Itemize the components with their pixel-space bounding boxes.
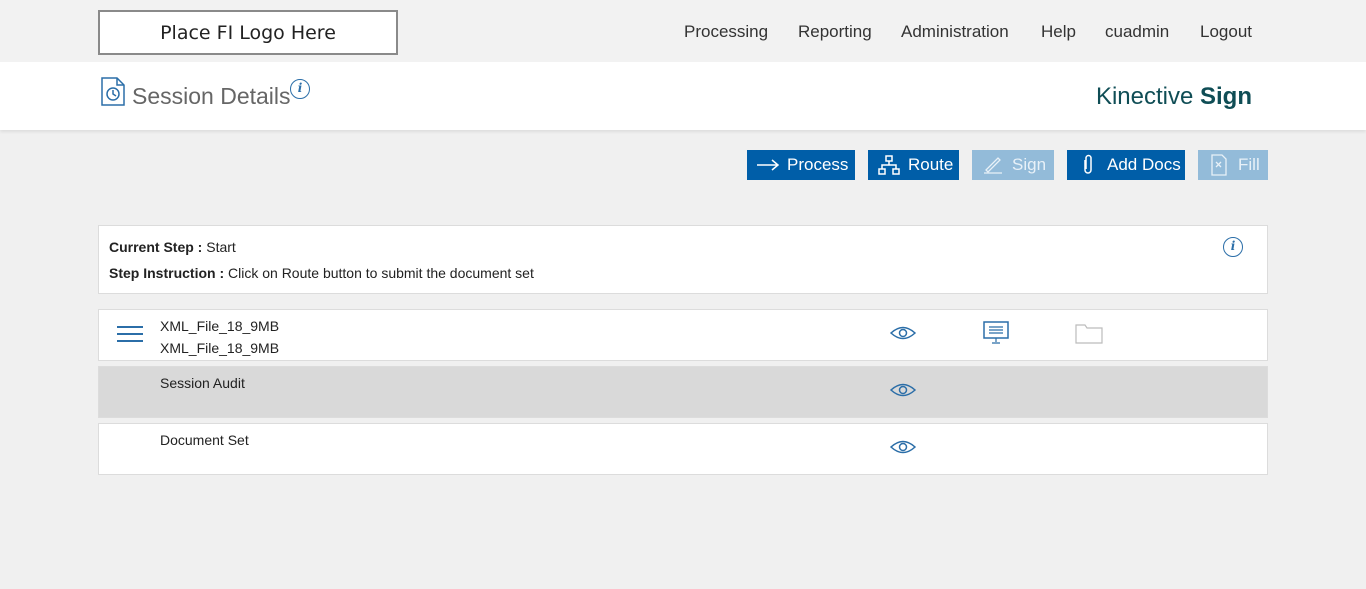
add-docs-button[interactable]: Add Docs [1067,150,1185,180]
menu-icon[interactable] [117,326,143,344]
sign-button[interactable]: Sign [972,150,1054,180]
route-button-label: Route [908,155,954,174]
pen-icon [978,156,1008,174]
view-eye-icon[interactable] [889,439,917,455]
folder-icon[interactable] [1075,322,1103,349]
brand-logo: Kinective Sign [1095,83,1252,110]
document-filename: XML_File_18_9MB [160,340,280,356]
page-header: Session Details i Kinective Sign [0,62,1366,130]
view-eye-icon[interactable] [889,325,917,341]
arrow-right-icon [753,159,783,171]
nav-logout[interactable]: Logout [1200,22,1252,42]
paperclip-icon [1073,154,1103,176]
process-button[interactable]: Process [747,150,855,180]
session-audit-row[interactable]: Session Audit [98,366,1268,418]
page-title: Session Details [132,83,291,109]
fill-button-label: Fill [1238,155,1260,174]
step-info-panel: Current Step : Start Step Instruction : … [98,225,1268,294]
nav-processing[interactable]: Processing [684,22,768,42]
session-audit-label: Session Audit [160,375,245,391]
document-set-label: Document Set [160,432,249,448]
view-eye-icon[interactable] [889,382,917,398]
step-instruction: Step Instruction : Click on Route button… [109,265,534,281]
fi-logo-placeholder: Place FI Logo Here [98,10,398,55]
step-info-icon[interactable]: i [1223,237,1243,257]
nav-administration[interactable]: Administration [901,22,1009,42]
process-button-label: Process [787,155,849,174]
current-step: Current Step : Start [109,239,236,255]
document-name: XML_File_18_9MB [160,318,280,334]
fill-button[interactable]: Fill [1198,150,1268,180]
session-history-icon [100,77,126,112]
nav-help[interactable]: Help [1041,22,1076,42]
add-docs-button-label: Add Docs [1107,155,1181,174]
sign-button-label: Sign [1012,155,1047,174]
document-row[interactable]: XML_File_18_9MB XML_File_18_9MB [98,309,1268,361]
form-fill-icon [1204,154,1234,176]
hierarchy-icon [874,155,904,175]
nav-reporting[interactable]: Reporting [798,22,872,42]
presentation-monitor-icon[interactable] [983,321,1009,350]
info-icon[interactable]: i [290,79,310,99]
nav-user[interactable]: cuadmin [1105,22,1169,42]
route-button[interactable]: Route [868,150,959,180]
document-set-row[interactable]: Document Set [98,423,1268,475]
top-bar: Place FI Logo Here Processing Reporting … [0,0,1366,62]
